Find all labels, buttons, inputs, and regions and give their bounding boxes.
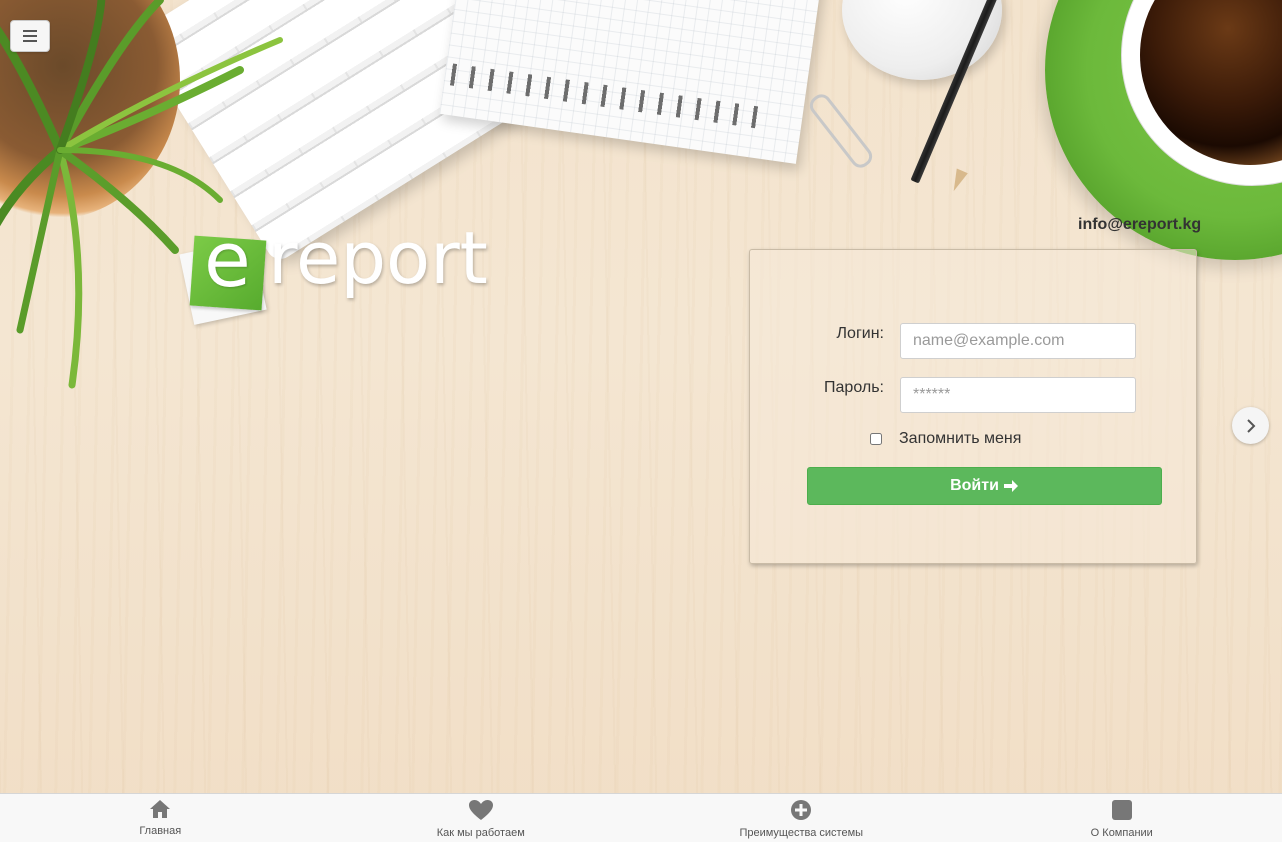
remember-me-row[interactable]: Запомнить меня: [870, 430, 1021, 448]
contact-email: info@ereport.kg: [1078, 216, 1202, 233]
login-label: Логин:: [836, 325, 884, 342]
logo-wordmark: report: [268, 216, 488, 300]
nav-label-home: Главная: [139, 825, 182, 837]
heart-icon: [468, 800, 493, 820]
chevron-right-icon: [1246, 418, 1255, 433]
nav-item-home[interactable]: Главная: [0, 794, 321, 842]
password-input[interactable]: [900, 377, 1136, 413]
login-card: Логин: Пароль: Запомнить меня Войти: [749, 249, 1197, 564]
menu-toggle-button[interactable]: [10, 20, 50, 52]
logo-letter-e: e: [204, 215, 251, 304]
nav-label-system-benefits: Преимущества системы: [739, 827, 864, 839]
password-label: Пароль:: [824, 379, 884, 396]
square-icon: [1111, 800, 1132, 820]
login-submit-button[interactable]: Войти: [807, 467, 1162, 505]
login-submit-label: Войти: [950, 477, 999, 494]
nav-item-system-benefits[interactable]: Преимущества системы: [641, 794, 962, 842]
nav-label-how-we-work: Как мы работаем: [436, 827, 525, 839]
arrow-right-icon: [1003, 480, 1018, 492]
nav-label-about-company: О Компании: [1090, 827, 1153, 839]
home-icon: [150, 800, 171, 818]
carousel-next-button[interactable]: [1232, 407, 1269, 444]
hamburger-icon: [23, 30, 37, 42]
page-background: e report info@ereport.kg Логин: Пароль: …: [0, 0, 1282, 842]
nav-item-about-company[interactable]: О Компании: [962, 794, 1282, 842]
paperclip-decoration: [805, 90, 877, 172]
pencil-tip-decoration: [948, 168, 968, 194]
login-input[interactable]: [900, 323, 1136, 359]
nav-item-how-we-work[interactable]: Как мы работаем: [321, 794, 642, 842]
remember-me-checkbox[interactable]: [870, 433, 882, 445]
plus-circle-icon: [791, 800, 812, 820]
ereport-logo[interactable]: e report: [179, 222, 502, 328]
bottom-nav: Главная Как мы работаем Преимущества сис…: [0, 793, 1282, 842]
plant-leaves-decoration: [0, 0, 283, 389]
remember-me-label: Запомнить меня: [899, 430, 1022, 447]
